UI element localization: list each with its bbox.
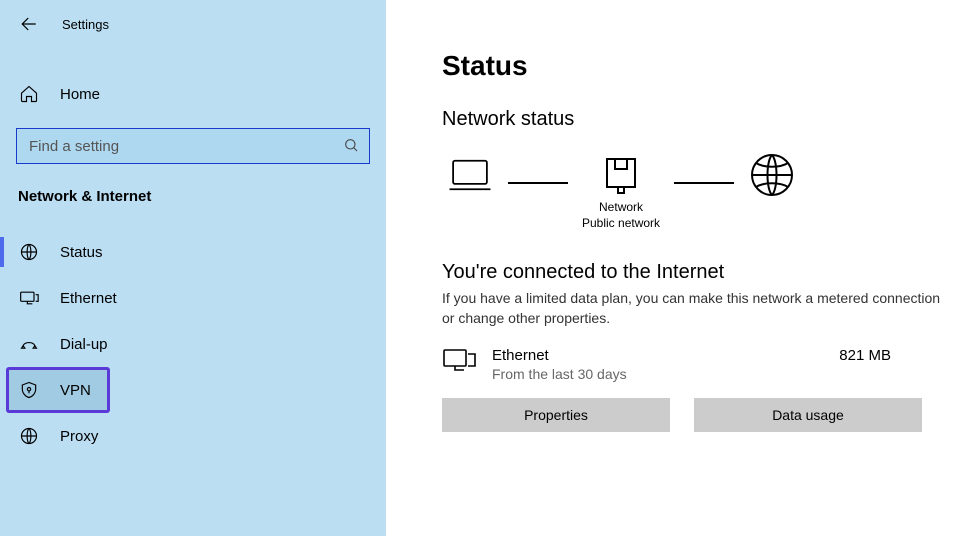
- search-input[interactable]: [27, 137, 343, 156]
- sidebar-item-vpn[interactable]: VPN: [6, 367, 110, 413]
- properties-button[interactable]: Properties: [442, 398, 670, 432]
- window-title: Settings: [62, 17, 109, 32]
- home-label: Home: [60, 86, 100, 103]
- adapter-name: Ethernet: [492, 347, 825, 364]
- adapter-usage-row: Ethernet From the last 30 days 821 MB: [442, 347, 941, 382]
- vpn-icon: [18, 380, 40, 400]
- status-icon: [18, 242, 40, 262]
- sidebar-item-proxy[interactable]: Proxy: [0, 413, 386, 459]
- sidebar-item-ethernet[interactable]: Ethernet: [0, 275, 386, 321]
- sidebar-item-label: Status: [60, 244, 103, 261]
- adapter-icon: [442, 347, 478, 382]
- page-title: Status: [442, 50, 941, 82]
- sidebar-group-title: Network & Internet: [0, 164, 386, 213]
- laptop-icon: [446, 155, 494, 198]
- sidebar-home[interactable]: Home: [0, 72, 386, 116]
- adapter-usage: 821 MB: [839, 347, 941, 364]
- ethernet-icon: [18, 288, 40, 308]
- connected-desc: If you have a limited data plan, you can…: [442, 288, 941, 329]
- settings-sidebar: Settings Home Network & Internet Status …: [0, 0, 386, 536]
- network-diagram: Network Public network: [446, 151, 941, 235]
- connected-heading: You're connected to the Internet: [442, 261, 941, 284]
- adapter-subtext: From the last 30 days: [492, 366, 825, 382]
- sidebar-header: Settings: [0, 6, 386, 42]
- diagram-node-sublabel: Public network: [582, 216, 660, 230]
- search-input-wrap[interactable]: [16, 128, 370, 164]
- data-usage-button[interactable]: Data usage: [694, 398, 922, 432]
- back-icon[interactable]: [20, 15, 38, 33]
- sidebar-item-label: Ethernet: [60, 290, 117, 307]
- main-content: Status Network status Network Public net…: [386, 0, 961, 536]
- sidebar-item-label: Dial-up: [60, 336, 108, 353]
- diagram-node-label: Network: [599, 200, 643, 214]
- home-icon: [18, 84, 40, 104]
- proxy-icon: [18, 426, 40, 446]
- search-icon: [343, 137, 359, 156]
- sidebar-nav-list: Status Ethernet Dial-up VPN Proxy: [0, 229, 386, 459]
- globe-icon: [748, 151, 796, 202]
- sidebar-item-label: Proxy: [60, 428, 98, 445]
- adapter-button-row: Properties Data usage: [442, 398, 941, 432]
- dialup-icon: [18, 334, 40, 354]
- sidebar-item-status[interactable]: Status: [0, 229, 386, 275]
- sidebar-item-label: VPN: [60, 382, 91, 399]
- sidebar-item-dialup[interactable]: Dial-up: [0, 321, 386, 367]
- section-title: Network status: [442, 108, 941, 131]
- router-icon: [601, 155, 641, 198]
